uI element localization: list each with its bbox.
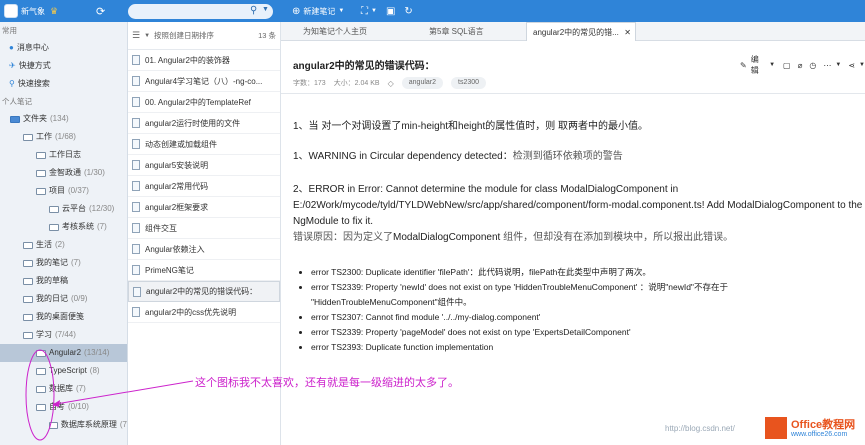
logo-line2: www.office26.com xyxy=(791,431,848,438)
office-logo: Office教程网 www.office26.com xyxy=(763,413,865,445)
annotation-ellipse xyxy=(25,349,55,441)
annotation-text: 这个图标我不太喜欢，还有就是每一级缩进的太多了。 xyxy=(195,376,459,389)
logo-line1: Office教程网 xyxy=(791,419,856,431)
watermark: http://blog.csdn.net/ xyxy=(665,424,735,433)
office-logo-icon xyxy=(765,417,787,439)
annotation-arrow xyxy=(55,380,194,405)
